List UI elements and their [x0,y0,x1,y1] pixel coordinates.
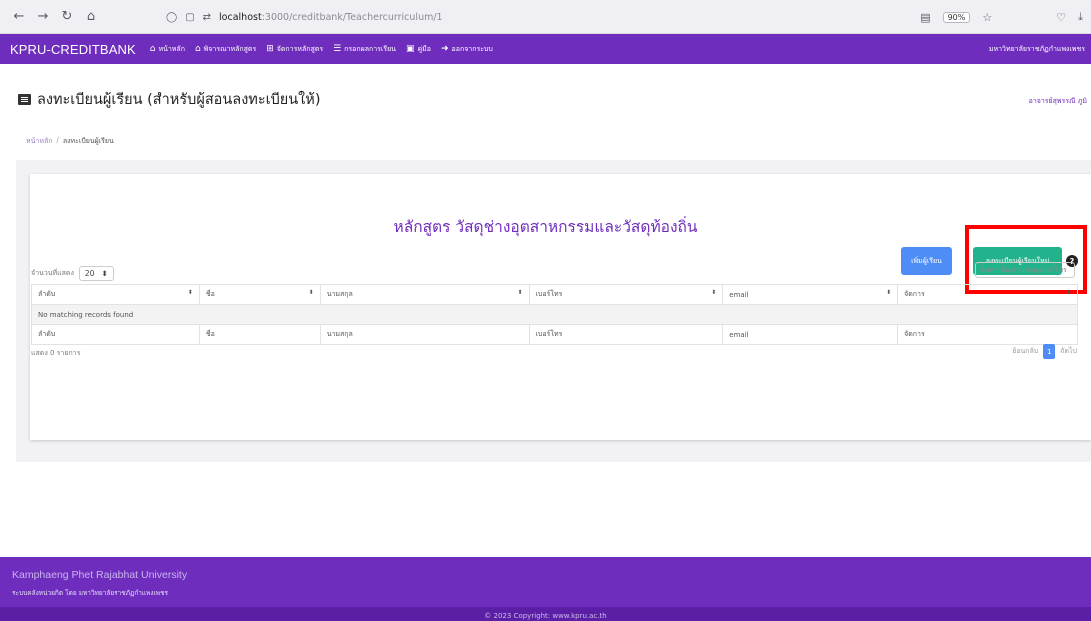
footer-subtitle: ระบบคลังหน่วยกิต โดย มหาวิทยาลัยราชภัฏกำ… [12,589,168,597]
footer-column-manage: จัดการ [897,324,1078,345]
browser-toolbar: ← → ↻ ⌂ ◯ ▢ ⇄ localhost:3000/creditbank/… [0,0,1091,34]
pagination-next[interactable]: ถัดไป [1060,346,1077,357]
page-size-label: จำนวนที่แสดง [31,269,74,277]
nav-item-home[interactable]: ⌂ หน้าหลัก [150,44,185,55]
book-icon: ▣ [405,43,415,54]
nav-item-label: กรอกผลการเรียน [344,44,396,53]
table-empty-row: No matching records found [31,304,1078,325]
pocket-icon[interactable]: ♡ [1056,11,1066,24]
pagination-page-1[interactable]: 1 [1043,344,1056,359]
page-size-select[interactable]: 20 ⬍ [78,266,114,281]
bookmark-star-icon[interactable]: ☆ [982,11,992,24]
sort-icon: ⬍ [308,289,314,296]
nav-item-manage-curriculum[interactable]: ⊞ จัดการหลักสูตร [266,44,323,55]
pagination: ย้อนกลับ 1 ถัดไป [1012,344,1077,359]
logout-icon: ➜ [441,43,449,54]
page-icon: ▢ [185,11,195,23]
nav-item-enter-grades[interactable]: ☰ กรอกผลการเรียน [333,44,396,55]
nav-item-label: ออกจากระบบ [451,44,493,53]
column-header-last-name[interactable]: นามสกุล ⬍ [319,284,530,305]
home-icon: ⌂ [149,43,156,54]
breadcrumb-separator: / [56,136,59,144]
copyright-bar: © 2023 Copyright: www.kpru.ac.th [0,607,1091,621]
table-info: แสดง 0 รายการ [31,349,81,357]
zoom-badge[interactable]: 90% [942,11,971,23]
footer-column-email: email [722,324,899,345]
site-footer: Kamphaeng Phet Rajabhat University ระบบค… [0,557,1091,607]
address-bar[interactable]: ◯ ▢ ⇄ localhost:3000/creditbank/Teacherc… [166,6,443,28]
forward-icon[interactable]: → [32,6,54,28]
students-table: ลำดับ ⬍ ชื่อ ⬍ นามสกุล ⬍ เบอร์โทร ⬍ email ⬍ จ… [31,284,1078,345]
breadcrumb-current: ลงทะเบียนผู้เรียน [62,137,114,145]
column-header-manage[interactable]: จัดการ ⬍ [897,284,1078,305]
footer-column-phone: เบอร์โทร [528,324,724,345]
nav-item-label: จัดการหลักสูตร [276,44,324,53]
pagination-previous[interactable]: ย้อนกลับ [1012,346,1038,357]
reload-icon[interactable]: ↻ [56,6,78,28]
download-icon[interactable]: ⤓ [1078,10,1083,24]
column-header-order[interactable]: ลำดับ ⬍ [31,284,200,305]
footer-column-order: ลำดับ [31,324,200,345]
back-icon[interactable]: ← [8,6,30,28]
page-header: ลงทะเบียนผู้เรียน (สำหรับผู้สอนลงทะเบียน… [18,88,320,111]
nav-item-review-curriculum[interactable]: ⌂ พิจารณาหลักสูตร [195,44,256,55]
plus-square-icon: ⊞ [266,43,274,54]
footer-column-first-name: ชื่อ [198,324,321,345]
search-input[interactable]: ค้นหา ชื่อ,นามสกุล,เบอร์โทร [975,262,1075,278]
nav-item-label: คู่มือ [417,44,431,53]
connection-icon: ⇄ [202,11,212,23]
breadcrumb-home[interactable]: หน้าหลัก [26,136,52,147]
table-footer-row: ลำดับ ชื่อ นามสกุล เบอร์โทร email จัดการ [31,324,1078,345]
nav-item-manual[interactable]: ▣ คู่มือ [406,44,431,55]
page-size-control: จำนวนที่แสดง 20 ⬍ [31,266,114,281]
nav-item-label: หน้าหลัก [158,44,185,53]
sort-icon: ⬍ [886,289,892,296]
sort-icon: ⬍ [1065,289,1071,296]
curriculum-title: หลักสูตร วัสดุช่างอุตสาหกรรมและวัสดุท้อง… [393,218,698,236]
shield-icon: ◯ [166,11,178,23]
select-arrows-icon: ⬍ [101,269,108,278]
nav-item-label: พิจารณาหลักสูตร [203,44,257,53]
nav-item-logout[interactable]: ➜ ออกจากระบบ [441,44,493,55]
page-size-value: 20 [84,269,95,278]
list-icon: ☰ [333,43,342,54]
sort-icon: ⬍ [187,289,193,296]
sort-icon: ⬍ [711,289,717,296]
page-title: ลงทะเบียนผู้เรียน (สำหรับผู้สอนลงทะเบียน… [37,92,321,108]
app-navbar: KPRU-CREDITBANK ⌂ หน้าหลัก ⌂ พิจารณาหลักสู… [0,34,1091,64]
url-path: :3000/creditbank/Teachercurriculum/1 [261,11,443,23]
home-icon[interactable]: ⌂ [80,6,102,28]
url-host: localhost [219,11,262,23]
nav-menu: ⌂ หน้าหลัก ⌂ พิจารณาหลักสูตร ⊞ จัดการหลักสู… [150,44,493,55]
nav-university-link[interactable]: มหาวิทยาลัยราชภัฏกำแพงเพชร [989,44,1085,55]
footer-university-name: Kamphaeng Phet Rajabhat University [12,569,188,581]
sort-icon: ⬍ [517,289,523,296]
breadcrumb: หน้าหลัก / ลงทะเบียนผู้เรียน [26,136,114,147]
list-alt-icon [18,94,31,105]
column-header-phone[interactable]: เบอร์โทร ⬍ [528,284,724,305]
empty-message: No matching records found [31,304,1078,325]
column-header-email[interactable]: email ⬍ [722,284,899,305]
add-student-button[interactable]: เพิ่มผู้เรียน [901,247,952,275]
brand-logo[interactable]: KPRU-CREDITBANK [10,42,136,57]
column-header-first-name[interactable]: ชื่อ ⬍ [198,284,321,305]
reader-view-icon[interactable]: ▤ [920,11,930,24]
home-icon: ⌂ [194,43,201,54]
footer-column-last-name: นามสกุล [319,324,530,345]
table-header-row: ลำดับ ⬍ ชื่อ ⬍ นามสกุล ⬍ เบอร์โทร ⬍ email ⬍ จ… [31,284,1078,305]
user-name-link[interactable]: อาจารย์สุพรรณี ภูมิ [1029,96,1087,107]
